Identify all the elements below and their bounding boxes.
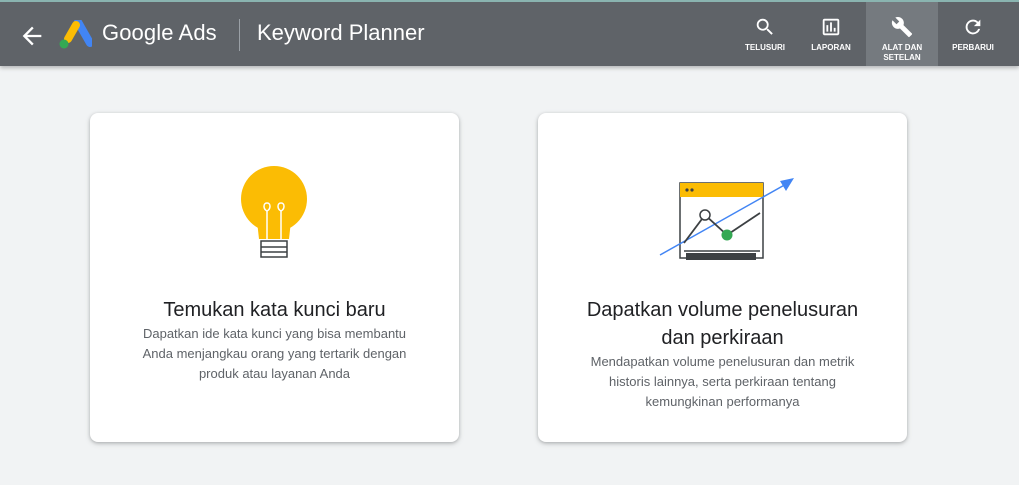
- reports-button[interactable]: LAPORAN: [806, 2, 856, 66]
- card-description: Mendapatkan volume penelusuran dan metri…: [538, 352, 907, 412]
- google-ads-logo: [59, 20, 92, 49]
- wrench-icon: [891, 17, 913, 38]
- arrow-left-icon[interactable]: [18, 22, 46, 50]
- lightbulb-icon: [241, 166, 307, 258]
- discover-keywords-card[interactable]: Temukan kata kunci baru Dapatkan ide kat…: [90, 113, 459, 442]
- bar-chart-icon: [822, 18, 840, 36]
- header-divider: [239, 19, 240, 51]
- description-line: historis lainnya, serta perkiraan tentan…: [609, 374, 836, 389]
- brand-name: Google Ads: [102, 20, 217, 45]
- trend-chart-icon: [659, 178, 794, 260]
- refresh-button[interactable]: PERBARUI: [950, 2, 996, 66]
- tools-settings-label: ALAT DAN SETELAN: [882, 43, 922, 63]
- description-line: kemungkinan performanya: [645, 394, 800, 409]
- description-line: produk atau layanan Anda: [198, 366, 351, 381]
- description-line: Anda menjangkau orang yang tertarik deng…: [142, 346, 407, 361]
- tools-settings-button[interactable]: ALAT DAN SETELAN: [866, 2, 938, 66]
- search-button[interactable]: TELUSURI: [744, 2, 786, 66]
- card-title: Dapatkan volume penelusuran dan perkiraa…: [538, 296, 907, 352]
- search-icon: [756, 18, 773, 35]
- description-line: Dapatkan ide kata kunci yang bisa memban…: [142, 326, 407, 341]
- search-label: TELUSURI: [745, 43, 785, 52]
- refresh-icon: [965, 19, 981, 35]
- reports-label: LAPORAN: [811, 43, 851, 52]
- search-volume-forecast-card[interactable]: Dapatkan volume penelusuran dan perkiraa…: [538, 113, 907, 442]
- refresh-label: PERBARUI: [952, 43, 994, 52]
- card-description: Dapatkan ide kata kunci yang bisa memban…: [90, 324, 459, 384]
- title-line: dan perkiraan: [661, 327, 784, 349]
- tools-label-line: SETELAN: [883, 53, 921, 62]
- page-title: Keyword Planner: [257, 20, 425, 45]
- description-line: Mendapatkan volume penelusuran dan metri…: [590, 354, 855, 369]
- top-app-bar: Google Ads Keyword Planner TELUSURI LAPO…: [0, 0, 1019, 66]
- title-line: Dapatkan volume penelusuran: [586, 299, 859, 321]
- tools-label-line: ALAT DAN: [881, 43, 923, 52]
- card-title: Temukan kata kunci baru: [163, 299, 386, 321]
